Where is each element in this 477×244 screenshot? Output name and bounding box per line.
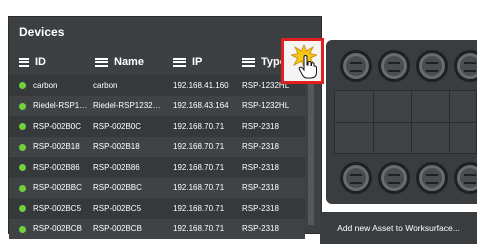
column-label-id: ID [35, 56, 46, 68]
device-type: RSP-2318 [242, 203, 279, 213]
knob-icon[interactable] [340, 162, 372, 194]
menu-icon [173, 57, 186, 67]
worksurface-preview [326, 40, 477, 204]
knob-icon[interactable] [378, 162, 410, 194]
device-id: RSP-002BCB [33, 224, 82, 234]
knob-icon[interactable] [454, 50, 477, 82]
knob-icon[interactable] [416, 50, 448, 82]
device-type: RSP-1232HL [242, 101, 290, 111]
menu-icon [95, 57, 108, 67]
click-callout [281, 38, 324, 84]
column-label-name: Name [114, 56, 144, 68]
status-indicator [19, 102, 26, 110]
column-header-ip[interactable]: IP [173, 53, 202, 71]
device-name: RSP-002BBC [93, 183, 142, 193]
device-ip: 192.168.41.160 [173, 80, 229, 90]
device-ip: 192.168.70.71 [173, 162, 225, 172]
device-type: RSP-2318 [242, 224, 279, 234]
device-id: RSP-002BC5 [33, 203, 82, 213]
device-id: RSP-002BBC [33, 183, 82, 193]
device-row[interactable]: RSP-002B0C RSP-002B0C 192.168.70.71 RSP-… [9, 116, 305, 137]
status-indicator [19, 123, 26, 130]
device-name: RSP-002B0C [93, 121, 142, 131]
device-ip: 192.168.70.71 [173, 121, 225, 131]
knob-icon[interactable] [454, 162, 477, 194]
column-header-type[interactable]: Type [242, 53, 286, 71]
panel-title: Devices [19, 25, 65, 39]
device-id: RSP-002B86 [33, 162, 80, 172]
device-type: RSP-2318 [242, 121, 279, 131]
status-indicator [19, 82, 26, 89]
device-row[interactable]: RSP-002BBC RSP-002BBC 192.168.70.71 RSP-… [9, 177, 305, 198]
device-ip: 192.168.70.71 [173, 203, 225, 213]
device-row[interactable]: RSP-002BC5 RSP-002BC5 192.168.70.71 RSP-… [9, 198, 305, 219]
knob-icon[interactable] [340, 50, 372, 82]
hand-pointer-icon [298, 55, 317, 79]
device-name: RSP-002B86 [93, 162, 140, 172]
device-id: RSP-002B18 [33, 142, 80, 152]
add-asset-button[interactable]: Add new Asset to Worksurface... [320, 212, 477, 244]
devices-panel: Devices ID Name IP Type carbon carbon 19… [8, 16, 322, 239]
device-name: RSP-002BCB [93, 224, 142, 234]
device-row[interactable]: Riedel-RSP123... Riedel-RSP1232HL-0... 1… [9, 95, 305, 116]
device-id: RSP-002B0C [33, 121, 82, 131]
column-header-id[interactable]: ID [19, 53, 46, 71]
device-name: RSP-002BC5 [93, 203, 142, 213]
device-name: RSP-002B18 [93, 142, 140, 152]
column-label-ip: IP [192, 56, 203, 68]
device-id: Riedel-RSP123... [33, 101, 89, 111]
sort-icon [19, 57, 29, 67]
column-header-name[interactable]: Name [95, 53, 144, 71]
status-indicator [19, 164, 26, 171]
button-grid[interactable] [334, 90, 477, 154]
knob-icon[interactable] [378, 50, 410, 82]
device-ip: 192.168.43.164 [173, 101, 229, 111]
device-type: RSP-2318 [242, 142, 279, 152]
device-ip: 192.168.70.71 [173, 142, 225, 152]
status-indicator [19, 225, 26, 233]
status-indicator [19, 184, 26, 192]
status-indicator [19, 143, 26, 151]
status-indicator [19, 205, 26, 212]
device-list: carbon carbon 192.168.41.160 RSP-1232HL … [9, 75, 305, 239]
device-row[interactable]: RSP-002B86 RSP-002B86 192.168.70.71 RSP-… [9, 157, 305, 178]
device-name: carbon [93, 80, 118, 90]
menu-icon [242, 57, 255, 67]
device-row[interactable]: carbon carbon 192.168.41.160 RSP-1232HL [9, 75, 305, 96]
device-row[interactable]: RSP-002B18 RSP-002B18 192.168.70.71 RSP-… [9, 136, 305, 157]
device-name: Riedel-RSP1232HL-0... [93, 101, 163, 111]
scrollbar[interactable] [308, 75, 314, 225]
device-ip: 192.168.70.71 [173, 224, 225, 234]
device-type: RSP-2318 [242, 162, 279, 172]
device-type: RSP-2318 [242, 183, 279, 193]
device-ip: 192.168.70.71 [173, 183, 225, 193]
knob-icon[interactable] [416, 162, 448, 194]
device-id: carbon [33, 80, 58, 90]
device-row[interactable]: RSP-002BCB RSP-002BCB 192.168.70.71 RSP-… [9, 218, 305, 239]
